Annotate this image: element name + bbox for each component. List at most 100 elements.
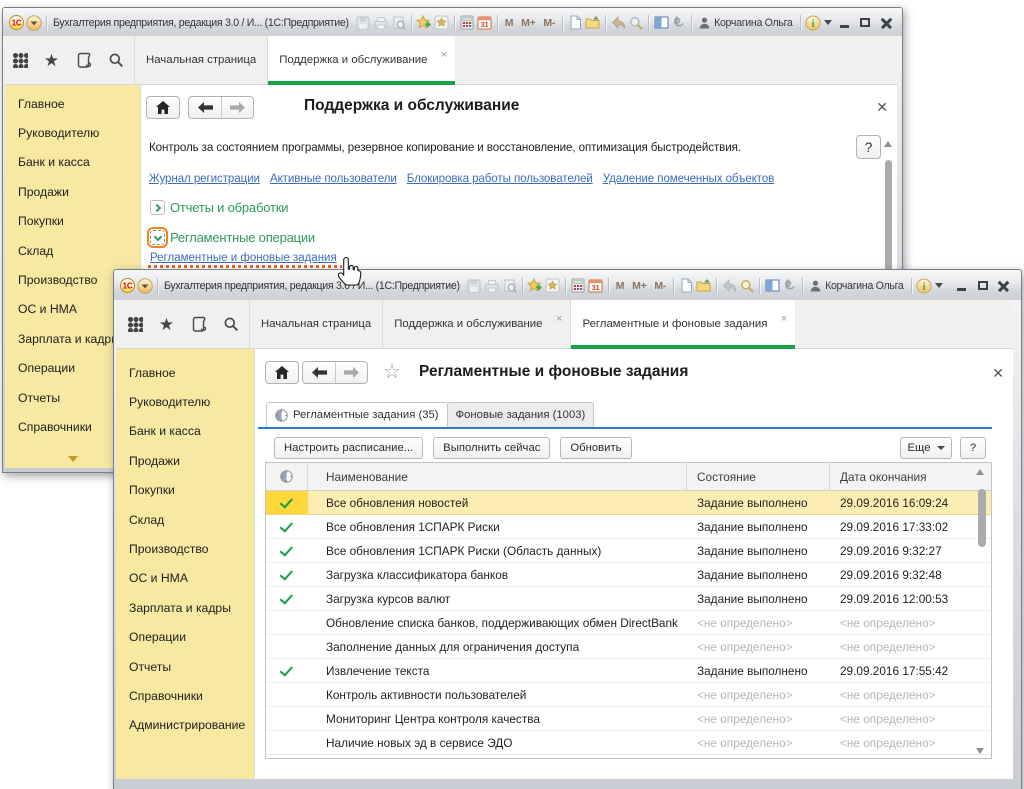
table-row[interactable]: Заполнение данных для ограничения доступ… (266, 635, 991, 659)
back-button[interactable] (189, 97, 221, 118)
column-clock[interactable] (266, 463, 308, 490)
favorites-icon[interactable] (545, 278, 561, 294)
calendar-icon[interactable]: 31 (477, 15, 493, 31)
table-row[interactable]: Мониторинг Центра контроля качества <не … (266, 707, 991, 731)
tab-close-icon[interactable]: × (781, 314, 787, 325)
forward-button[interactable] (335, 362, 367, 383)
history-back-icon[interactable] (721, 278, 737, 294)
sidebar-item[interactable]: Покупки (5, 207, 140, 236)
menu-grid-icon[interactable] (13, 53, 28, 68)
table-row[interactable]: Все обновления 1СПАРК Риски Задание выпо… (266, 515, 991, 539)
split-window-icon[interactable] (653, 15, 669, 31)
history-icon[interactable] (190, 316, 207, 333)
tab-close-icon[interactable]: × (556, 314, 562, 325)
print-icon[interactable] (373, 15, 389, 31)
app-tab[interactable]: Начальная страница × (134, 36, 267, 84)
add-favorite-icon[interactable] (416, 15, 432, 31)
global-search-icon[interactable] (628, 15, 644, 31)
info-dropdown-icon[interactable] (934, 278, 944, 294)
app-tab[interactable]: Поддержка и обслуживание × (267, 36, 455, 84)
close-button[interactable] (994, 277, 1013, 295)
table-row[interactable]: Извлечение текста Задание выполнено 29.0… (266, 659, 991, 683)
sidebar-item[interactable]: Справочники (116, 681, 254, 710)
table-row[interactable]: Контроль активности пользователей <не оп… (266, 683, 991, 707)
global-search-icon[interactable] (739, 278, 755, 294)
memory-m-button[interactable]: M (505, 17, 513, 29)
command-button[interactable]: Настроить расписание... (274, 437, 423, 459)
app-tab[interactable]: Регламентные и фоновые задания × (570, 300, 795, 348)
print-preview-icon[interactable] (502, 278, 518, 294)
table-scrollbar[interactable] (976, 469, 988, 754)
table-row[interactable]: Все обновления новостей Задание выполнен… (266, 491, 991, 515)
sidebar-item[interactable]: Банк и касса (5, 148, 140, 177)
sidebar-more-icon[interactable] (68, 456, 78, 462)
sidebar-item[interactable]: Покупки (116, 476, 254, 505)
home-button[interactable] (146, 96, 180, 119)
scroll-thumb[interactable] (978, 489, 986, 547)
minimize-button[interactable] (835, 14, 854, 32)
back-button[interactable] (303, 362, 335, 383)
app-tab[interactable]: Поддержка и обслуживание × (382, 300, 570, 348)
command-link[interactable]: Журнал регистрации (149, 172, 260, 185)
command-link[interactable]: Активные пользователи (270, 172, 397, 185)
sidebar-item[interactable]: Продажи (5, 177, 140, 206)
new-document-icon[interactable] (567, 15, 583, 31)
calculator-icon[interactable] (459, 15, 475, 31)
command-button[interactable]: Выполнить сейчас (433, 437, 550, 459)
sidebar-item[interactable]: Зарплата и кадры (116, 593, 254, 622)
info-icon[interactable]: i (916, 278, 932, 294)
form-close-icon[interactable]: ✕ (876, 100, 888, 114)
memory-mminus-button[interactable]: M- (543, 17, 555, 29)
main-menu-dropdown-icon[interactable] (137, 278, 153, 294)
search-icon[interactable] (222, 316, 239, 333)
column-state[interactable]: Состояние (687, 463, 830, 490)
calendar-icon[interactable]: 31 (588, 278, 604, 294)
sidebar-item[interactable]: Главное (5, 89, 140, 118)
sidebar-item[interactable]: Склад (116, 505, 254, 534)
print-preview-icon[interactable] (391, 15, 407, 31)
print-icon[interactable] (484, 278, 500, 294)
minimize-button[interactable] (952, 277, 971, 295)
table-row[interactable]: Загрузка классификатора банков Задание в… (266, 563, 991, 587)
save-icon[interactable] (355, 15, 371, 31)
command-link[interactable]: Блокировка работы пользователей (407, 172, 593, 185)
open-folder-icon[interactable] (696, 278, 712, 294)
sidebar-item[interactable]: Операции (116, 623, 254, 652)
sidebar-item[interactable]: ОС и НМА (116, 564, 254, 593)
history-back-icon[interactable] (610, 15, 626, 31)
app-tab[interactable]: Начальная страница × (249, 300, 382, 348)
search-icon[interactable] (107, 52, 124, 69)
sidebar-item[interactable]: Банк и касса (116, 417, 254, 446)
new-document-icon[interactable] (678, 278, 694, 294)
maximize-button[interactable] (856, 14, 875, 32)
favorite-toggle-icon[interactable]: ☆ (383, 362, 401, 382)
memory-mminus-button[interactable]: M- (654, 280, 666, 292)
history-icon[interactable] (75, 52, 92, 69)
more-button[interactable]: Еще (900, 437, 952, 459)
split-window-icon[interactable] (764, 278, 780, 294)
sidebar-item[interactable]: Руководителю (5, 118, 140, 147)
table-row[interactable]: Обновление списка банков, поддерживающих… (266, 611, 991, 635)
favorites-icon[interactable] (434, 15, 450, 31)
section-label[interactable]: Регламентные операции (170, 230, 315, 245)
memory-m-button[interactable]: M (616, 280, 624, 292)
sidebar-item[interactable]: Главное (116, 358, 254, 387)
favorites-star-icon[interactable]: ★ (158, 316, 175, 333)
job-tab[interactable]: Фоновые задания (1003) (447, 402, 595, 427)
column-name[interactable]: Наименование (308, 463, 687, 490)
main-menu-dropdown-icon[interactable] (26, 15, 42, 31)
table-row[interactable]: Наличие новых эд в сервисе ЭДО <не опред… (266, 731, 991, 755)
job-tab[interactable]: Регламентные задания (35) (266, 402, 448, 427)
info-icon[interactable]: i (805, 15, 821, 31)
scroll-up-icon[interactable] (884, 141, 892, 147)
service-wrench-icon[interactable] (782, 278, 798, 294)
table-row[interactable]: Все обновления 1СПАРК Риски (Область дан… (266, 539, 991, 563)
open-folder-icon[interactable] (585, 15, 601, 31)
scheduled-jobs-link[interactable]: Регламентные и фоновые задания (150, 252, 337, 264)
save-icon[interactable] (466, 278, 482, 294)
sidebar-item[interactable]: Администрирование (116, 711, 254, 740)
column-date[interactable]: Дата окончания (830, 463, 973, 490)
command-link[interactable]: Удаление помеченных объектов (603, 172, 774, 185)
sidebar-item[interactable]: Руководителю (116, 387, 254, 416)
memory-mplus-button[interactable]: M+ (632, 280, 646, 292)
